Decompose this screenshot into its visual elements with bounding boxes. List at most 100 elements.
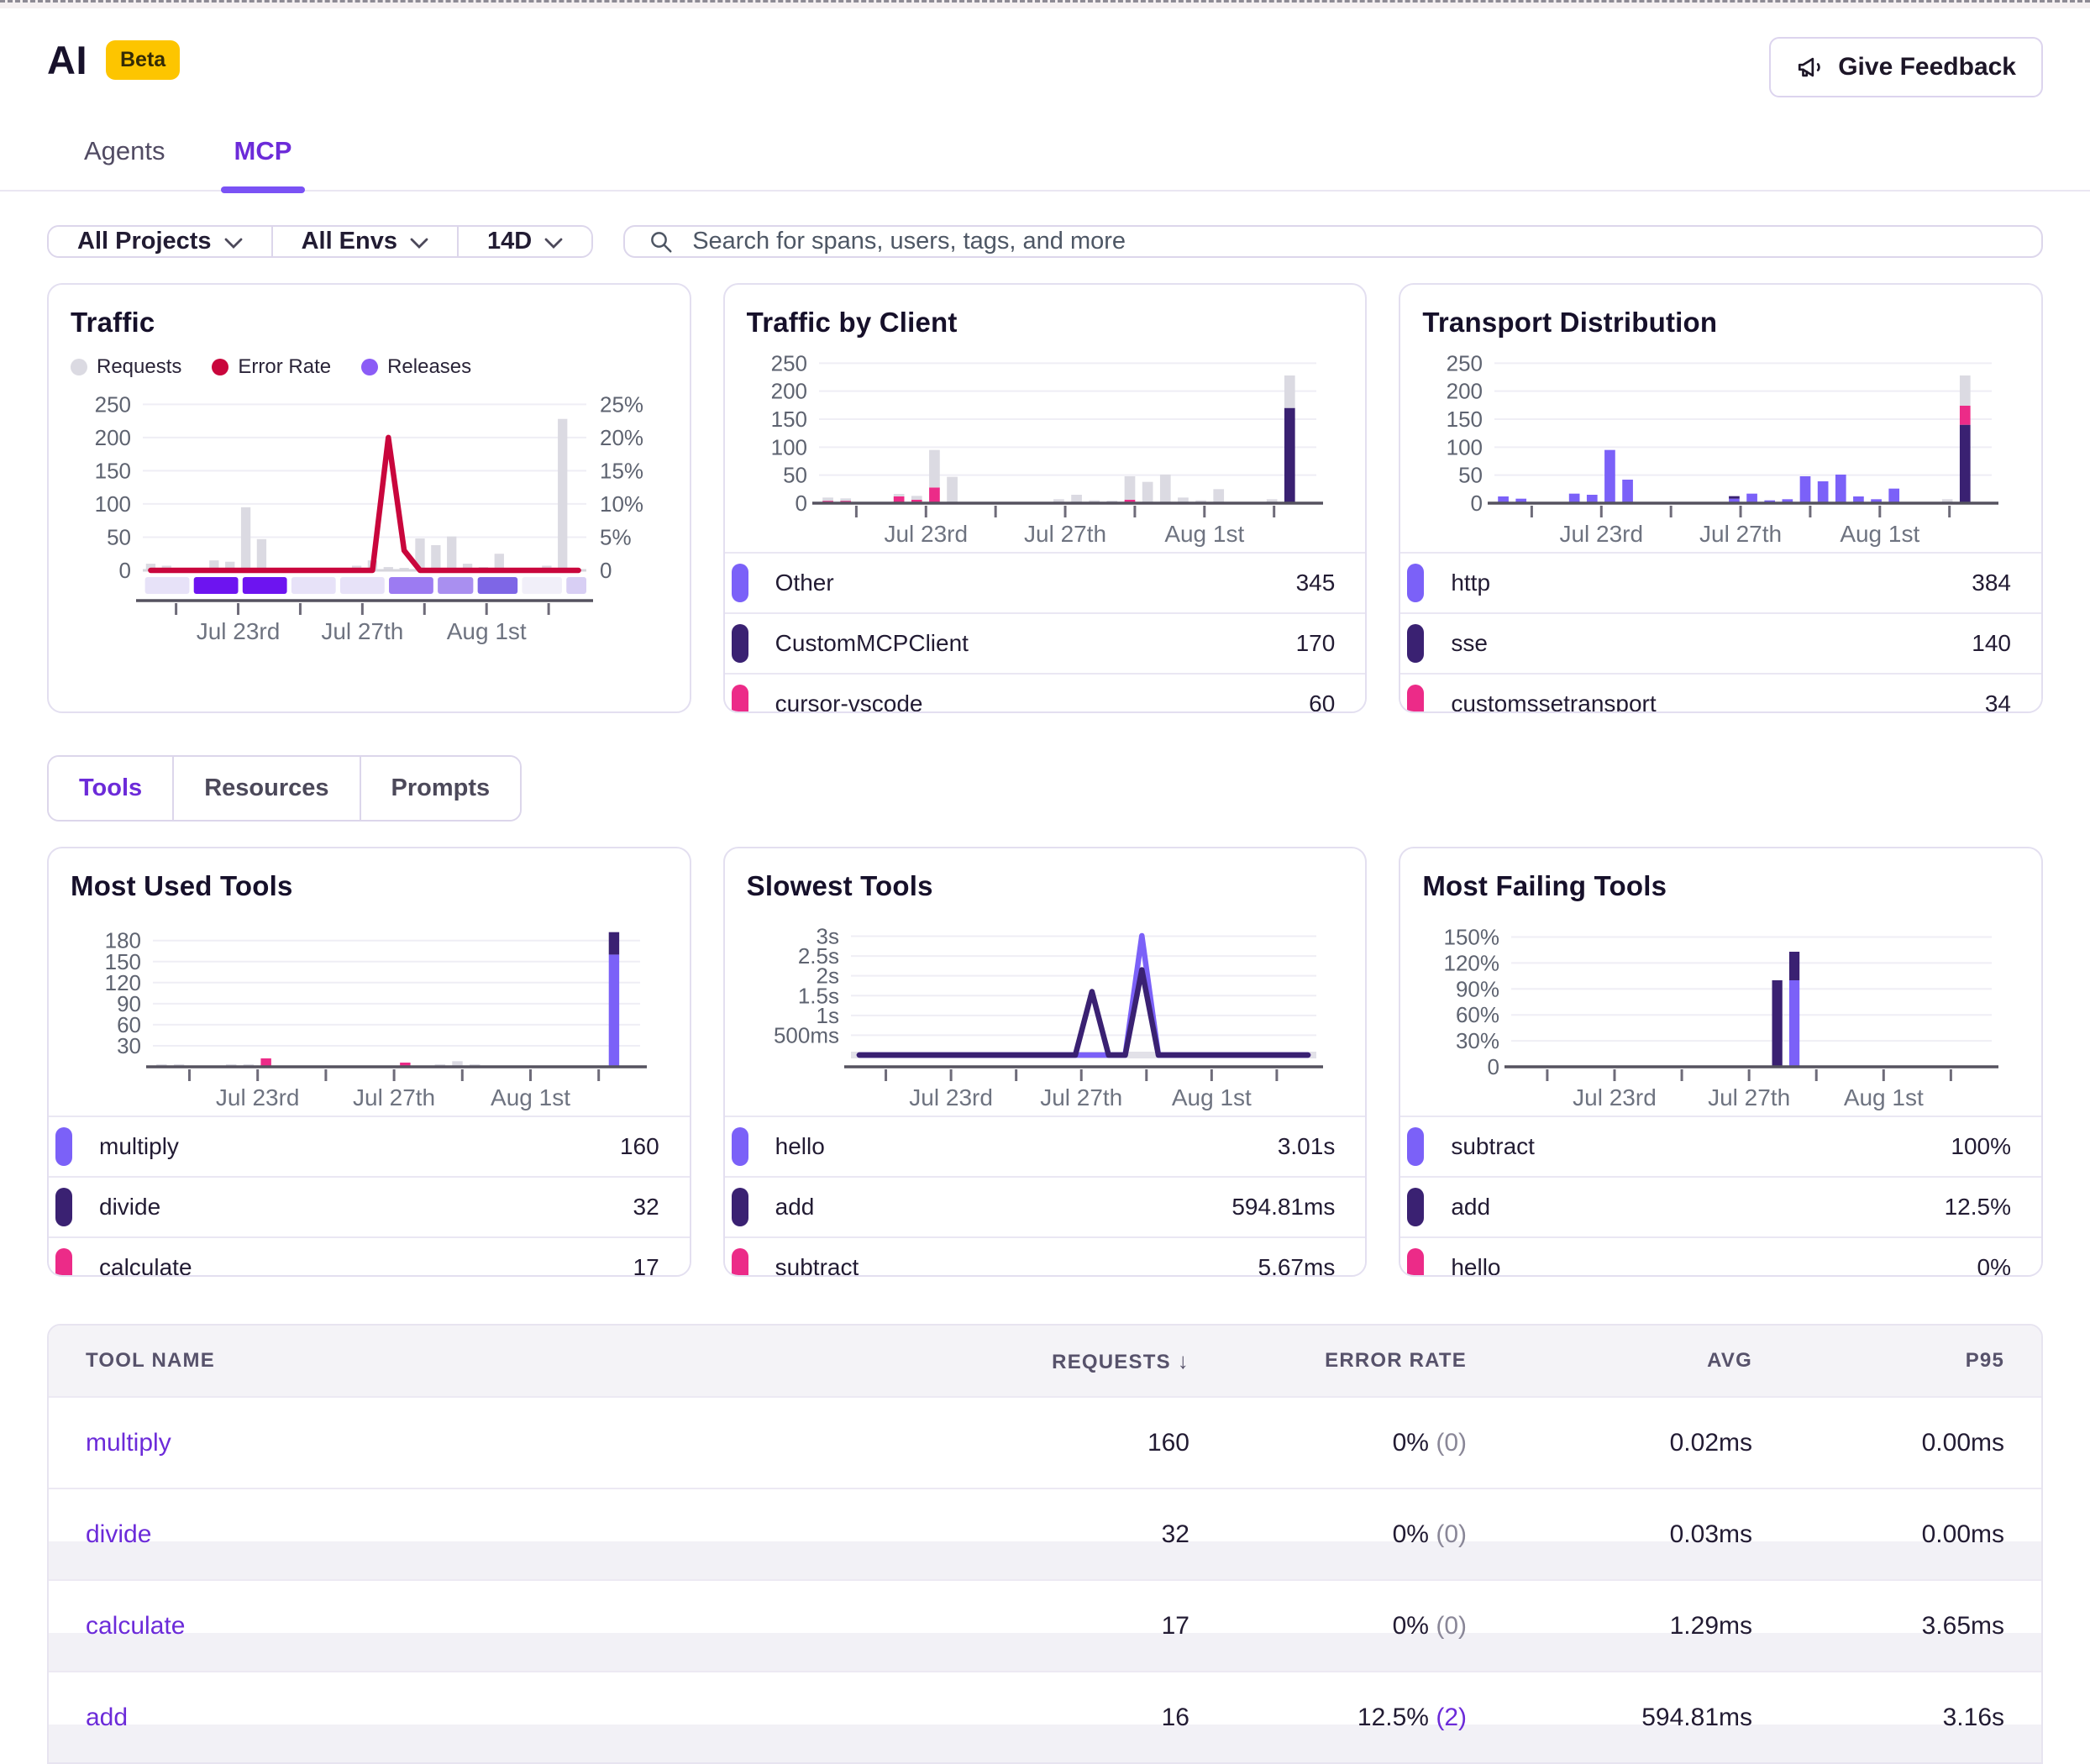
subtabs-wrap: Tools Resources Prompts xyxy=(47,755,2043,822)
legend-rows-transport: http 384 sse140customssetransport34 xyxy=(1400,552,2041,713)
legend-swatch xyxy=(1407,1248,1424,1277)
cell-avg: 0.02ms xyxy=(1467,1429,1752,1457)
legend-row-customssetransport[interactable]: customssetransport34 xyxy=(1400,673,2041,713)
search-input[interactable] xyxy=(691,227,2018,256)
table-row-multiply[interactable]: multiply1600% (0)0.02ms0.00ms xyxy=(49,1396,2041,1488)
cell-error-rate: 0% (0) xyxy=(1189,1429,1467,1457)
card-title-transport: Transport Distribution xyxy=(1422,307,2019,339)
legend-rows-client: Other345 CustomMCPClient 170 cursor-vscode6… xyxy=(725,552,1366,713)
legend-rows-slowest: hello3.01sadd594.81ms subtract 5.67ms xyxy=(725,1116,1366,1277)
env-filter[interactable]: All Envs xyxy=(271,227,457,256)
error-rate-value: 12.5% xyxy=(1357,1704,1436,1731)
page-title: AI xyxy=(47,37,87,83)
charts-row-2: Most Used Tools306090120150180Jul 23rdJu… xyxy=(47,847,2043,1277)
col-header-tool-name[interactable]: TOOL NAME xyxy=(86,1349,963,1373)
svg-text:200: 200 xyxy=(95,425,131,450)
legend-row-add[interactable]: add12.5% xyxy=(1400,1176,2041,1236)
subtab-resources[interactable]: Resources xyxy=(172,757,359,820)
svg-text:150: 150 xyxy=(1447,407,1483,432)
legend-value: 100% xyxy=(1951,1133,2011,1160)
col-header-label: AVG xyxy=(1707,1349,1752,1372)
legend-swatch xyxy=(1407,624,1424,663)
legend-dot-releases: Releases xyxy=(361,355,471,379)
tab-mcp[interactable]: MCP xyxy=(229,136,297,190)
col-header-requests[interactable]: REQUESTS↓ xyxy=(963,1348,1189,1374)
table-row-divide[interactable]: divide320% (0)0.03ms0.00ms xyxy=(49,1488,2041,1579)
legend-row-other[interactable]: Other345 xyxy=(725,552,1366,612)
legend-swatch xyxy=(732,1127,748,1166)
legend-row-divide[interactable]: divide32 xyxy=(49,1176,690,1236)
svg-text:100: 100 xyxy=(770,434,806,459)
card-traffic: TrafficRequestsError RateReleases0501001… xyxy=(47,283,691,713)
card-slowest: Slowest Tools500ms1s1.5s2s2.5s3sJul 23rd… xyxy=(723,847,1368,1277)
tool-link-divide[interactable]: divide xyxy=(86,1520,151,1548)
svg-text:Jul 23rd: Jul 23rd xyxy=(909,1084,993,1110)
legend-row-multiply[interactable]: multiply160 xyxy=(49,1116,690,1176)
legend-value: 160 xyxy=(620,1133,659,1160)
legend-row-http[interactable]: http 384 xyxy=(1400,552,2041,612)
col-header-avg[interactable]: AVG xyxy=(1467,1349,1752,1373)
svg-text:200: 200 xyxy=(1447,379,1483,404)
legend-row-add[interactable]: add594.81ms xyxy=(725,1176,1366,1236)
table-row-calculate[interactable]: calculate170% (0)1.29ms3.65ms xyxy=(49,1579,2041,1671)
table-row-add[interactable]: add1612.5% (2)594.81ms3.16s xyxy=(49,1671,2041,1762)
svg-text:25%: 25% xyxy=(600,391,643,417)
tab-agents[interactable]: Agents xyxy=(79,136,171,190)
svg-text:Aug 1st: Aug 1st xyxy=(1164,521,1244,547)
svg-text:250: 250 xyxy=(95,391,131,417)
legend-row-sse[interactable]: sse140 xyxy=(1400,612,2041,673)
legend-value: 170 xyxy=(1296,630,1336,657)
give-feedback-button[interactable]: Give Feedback xyxy=(1769,37,2043,97)
mcp-subtabs: Tools Resources Prompts xyxy=(47,755,522,822)
legend-label: add xyxy=(1451,1194,1490,1221)
legend-value: 17 xyxy=(633,1254,659,1277)
svg-text:Jul 23rd: Jul 23rd xyxy=(1560,521,1644,547)
legend-swatch xyxy=(732,1248,748,1277)
legend-swatch xyxy=(732,685,748,713)
svg-text:100: 100 xyxy=(95,491,131,517)
project-filter[interactable]: All Projects xyxy=(49,227,271,256)
legend-label: http xyxy=(1451,570,1490,596)
legend-row-cursor-vscode[interactable]: cursor-vscode60 xyxy=(725,673,1366,713)
col-header-p95[interactable]: P95 xyxy=(1752,1349,2004,1373)
legend-value: 384 xyxy=(1972,570,2011,596)
legend-value: 5.67ms xyxy=(1258,1254,1336,1277)
give-feedback-label: Give Feedback xyxy=(1838,53,2016,81)
subtab-tools[interactable]: Tools xyxy=(49,757,172,820)
tool-link-add[interactable]: add xyxy=(86,1704,128,1731)
cell-p95: 0.00ms xyxy=(1752,1520,2004,1549)
svg-text:200: 200 xyxy=(770,379,806,404)
subtab-prompts[interactable]: Prompts xyxy=(360,757,521,820)
legend-row-calculate[interactable]: calculate17 xyxy=(49,1236,690,1277)
chart-failing: 030%60%90%120%150%Jul 23rdJul 27thAug 1s… xyxy=(1422,912,2017,1116)
svg-text:50: 50 xyxy=(107,524,131,549)
svg-text:100: 100 xyxy=(1447,434,1483,459)
error-rate-value: 0% xyxy=(1393,1612,1436,1640)
series-dot-icon xyxy=(361,359,378,375)
legend-row-custommcpclient[interactable]: CustomMCPClient 170 xyxy=(725,612,1366,673)
legend-dot-label: Releases xyxy=(387,355,471,379)
legend-row-hello[interactable]: hello3.01s xyxy=(725,1116,1366,1176)
tool-link-multiply[interactable]: multiply xyxy=(86,1429,171,1457)
card-used: Most Used Tools306090120150180Jul 23rdJu… xyxy=(47,847,691,1277)
legend-dot-label: Error Rate xyxy=(238,355,331,379)
svg-text:180: 180 xyxy=(105,928,141,953)
legend-label: CustomMCPClient xyxy=(775,630,969,657)
date-range-filter[interactable]: 14D xyxy=(457,227,591,256)
svg-text:20%: 20% xyxy=(600,425,643,450)
tool-link-calculate[interactable]: calculate xyxy=(86,1612,185,1640)
cell-avg: 0.03ms xyxy=(1467,1520,1752,1549)
date-range-label: 14D xyxy=(487,228,532,255)
col-header-error-rate[interactable]: ERROR RATE xyxy=(1189,1349,1467,1373)
legend-label: subtract xyxy=(775,1254,859,1277)
svg-text:Jul 27th: Jul 27th xyxy=(1708,1084,1790,1110)
legend-swatch xyxy=(1407,564,1424,602)
legend-row-hello[interactable]: hello0% xyxy=(1400,1236,2041,1277)
legend-label: divide xyxy=(99,1194,160,1221)
col-header-label: ERROR RATE xyxy=(1325,1349,1467,1372)
legend-row-subtract[interactable]: subtract100% xyxy=(1400,1116,2041,1176)
svg-text:250: 250 xyxy=(770,350,806,375)
legend-row-subtract[interactable]: subtract 5.67ms xyxy=(725,1236,1366,1277)
series-dot-icon xyxy=(71,359,87,375)
svg-text:90%: 90% xyxy=(1456,976,1499,1001)
